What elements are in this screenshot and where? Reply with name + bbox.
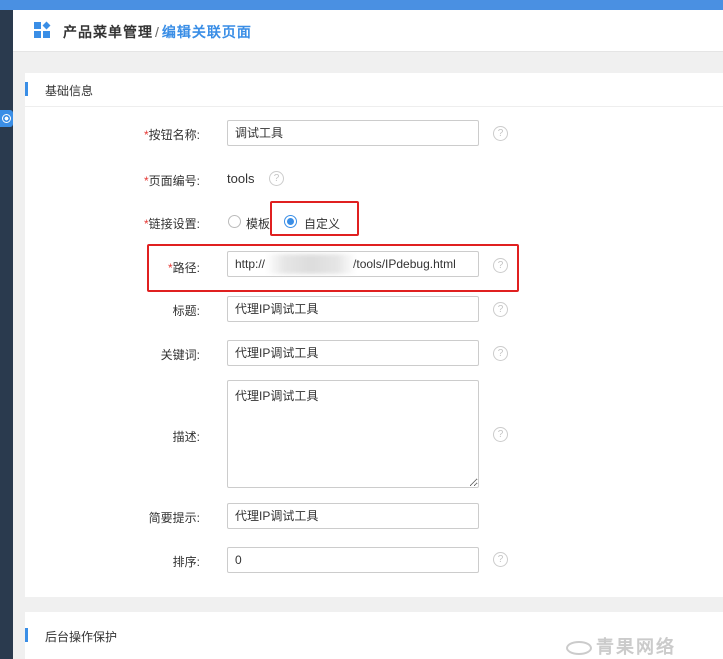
title-label: 标题: xyxy=(172,304,200,318)
sidebar-toggle-icon[interactable] xyxy=(0,110,13,127)
description-label: 描述: xyxy=(172,430,200,444)
description-textarea[interactable]: 代理IP调试工具 xyxy=(227,380,479,488)
brief-hint-label: 简要提示: xyxy=(148,511,200,525)
app-grid-icon xyxy=(34,21,51,39)
watermark-logo-icon xyxy=(566,641,592,656)
sort-input[interactable]: 0 xyxy=(227,547,479,573)
path-label: *路径: xyxy=(167,261,200,275)
left-sidebar-rail[interactable] xyxy=(0,10,13,659)
title-input[interactable]: 代理IP调试工具 xyxy=(227,296,479,322)
basic-info-title: 基础信息 xyxy=(45,84,94,98)
backend-protection-title: 后台操作保护 xyxy=(45,630,118,644)
button-name-label: *按钮名称: xyxy=(143,128,200,142)
page-code-label: *页面编号: xyxy=(143,174,200,188)
path-suffix: /tools/IPdebug.html xyxy=(353,257,456,271)
top-accent-bar xyxy=(0,0,723,10)
sort-label: 排序: xyxy=(172,555,200,569)
help-icon[interactable]: ? xyxy=(269,171,284,186)
help-icon[interactable]: ? xyxy=(493,427,508,442)
brief-hint-input[interactable]: 代理IP调试工具 xyxy=(227,503,479,529)
path-prefix: http:// xyxy=(235,257,266,271)
breadcrumb: 产品菜单管理 / 编辑关联页面 xyxy=(63,22,252,42)
button-name-input[interactable]: 调试工具 xyxy=(227,120,479,146)
radio-custom-label[interactable]: 自定义 xyxy=(304,215,340,232)
page-header: 产品菜单管理 / 编辑关联页面 xyxy=(13,10,723,52)
help-icon[interactable]: ? xyxy=(493,346,508,361)
basic-info-header: 基础信息 xyxy=(25,73,723,107)
link-setting-label: *链接设置: xyxy=(143,217,200,231)
section-accent-bar xyxy=(25,82,28,96)
help-icon[interactable]: ? xyxy=(493,258,508,273)
page-code-value: tools xyxy=(227,171,255,186)
breadcrumb-current: 编辑关联页面 xyxy=(161,24,252,40)
radio-custom-selected[interactable] xyxy=(284,215,297,228)
help-icon[interactable]: ? xyxy=(493,126,508,141)
keywords-input[interactable]: 代理IP调试工具 xyxy=(227,340,479,366)
help-icon[interactable]: ? xyxy=(493,552,508,567)
radio-template-label[interactable]: 模板 xyxy=(246,215,270,232)
help-icon[interactable]: ? xyxy=(493,302,508,317)
section-accent-bar xyxy=(25,628,28,642)
breadcrumb-separator: / xyxy=(155,24,160,40)
redacted-domain xyxy=(266,254,356,274)
keywords-label: 关键词: xyxy=(160,348,200,362)
watermark: 青果网络 xyxy=(566,633,676,659)
radio-template[interactable] xyxy=(228,215,241,228)
breadcrumb-parent[interactable]: 产品菜单管理 xyxy=(63,24,153,40)
